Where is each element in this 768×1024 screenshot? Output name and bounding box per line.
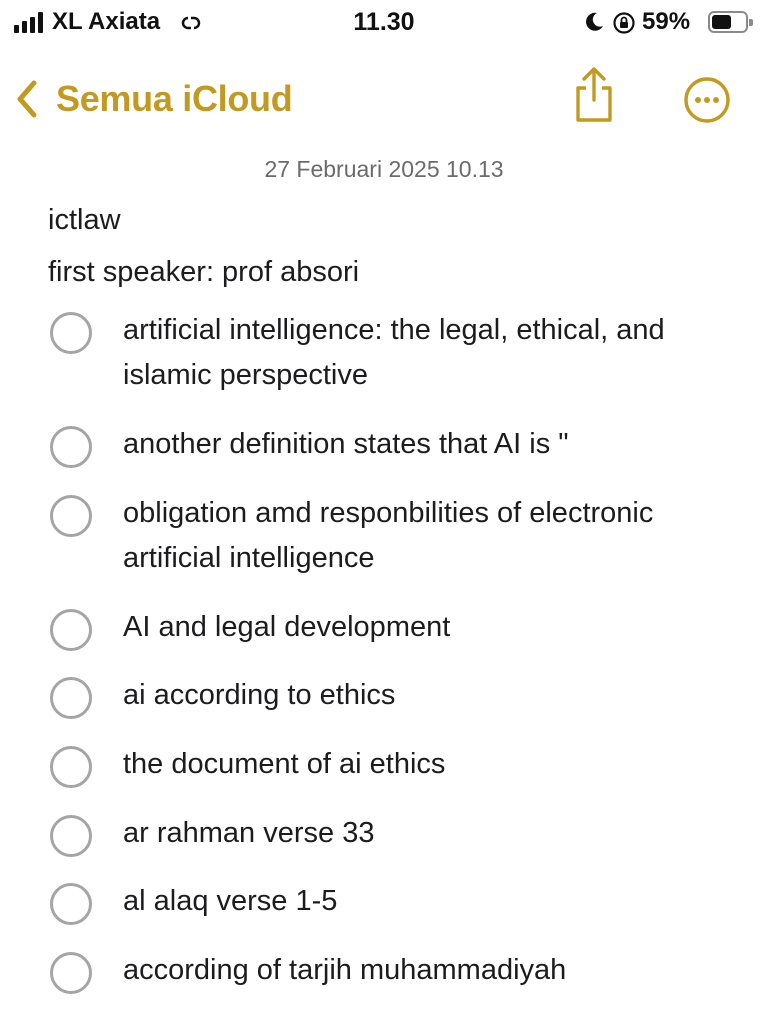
- battery-percentage: 59%: [642, 8, 691, 35]
- status-bar: XL Axiata 11.30 59%: [0, 0, 768, 46]
- checklist-item-text[interactable]: AI and legal development: [123, 605, 723, 650]
- more-icon[interactable]: [683, 76, 731, 124]
- checkbox-circle[interactable]: [50, 746, 92, 788]
- battery-icon: [708, 11, 753, 33]
- checkbox-circle[interactable]: [50, 677, 92, 719]
- checklist-item-text[interactable]: artificial intelligence: the legal, ethi…: [123, 308, 723, 398]
- checkbox-circle[interactable]: [50, 426, 92, 468]
- checklist-item-text[interactable]: ar rahman verse 33: [123, 811, 723, 856]
- note-date: 27 Februari 2025 10.13: [264, 156, 504, 182]
- checklist-item-text[interactable]: al alaq verse 1-5: [123, 879, 723, 924]
- checklist-item-text[interactable]: another definition states that AI is ": [123, 422, 723, 467]
- battery-level: [712, 15, 731, 29]
- share-icon[interactable]: [572, 64, 616, 126]
- orientation-lock-icon: [613, 12, 635, 34]
- checkbox-circle[interactable]: [50, 883, 92, 925]
- moon-icon: [586, 12, 603, 31]
- checklist-item-text[interactable]: ai according to ethics: [123, 673, 723, 718]
- back-button-label: Semua iCloud: [56, 78, 293, 119]
- checklist-item-text[interactable]: the document of ai ethics: [123, 742, 723, 787]
- checkbox-circle[interactable]: [50, 952, 92, 994]
- note-subtitle[interactable]: first speaker: prof absori: [48, 256, 359, 289]
- checkbox-circle[interactable]: [50, 495, 92, 537]
- checkbox-circle[interactable]: [50, 609, 92, 651]
- checkbox-circle[interactable]: [50, 312, 92, 354]
- checklist-item-text[interactable]: obligation amd responbilities of electro…: [123, 491, 723, 581]
- chevron-left-icon: [17, 80, 37, 118]
- checklist-item-text[interactable]: according of tarjih muhammadiyah: [123, 948, 723, 993]
- note-title[interactable]: ictlaw: [48, 204, 121, 237]
- checkbox-circle[interactable]: [50, 815, 92, 857]
- back-button[interactable]: Semua iCloud: [12, 74, 293, 124]
